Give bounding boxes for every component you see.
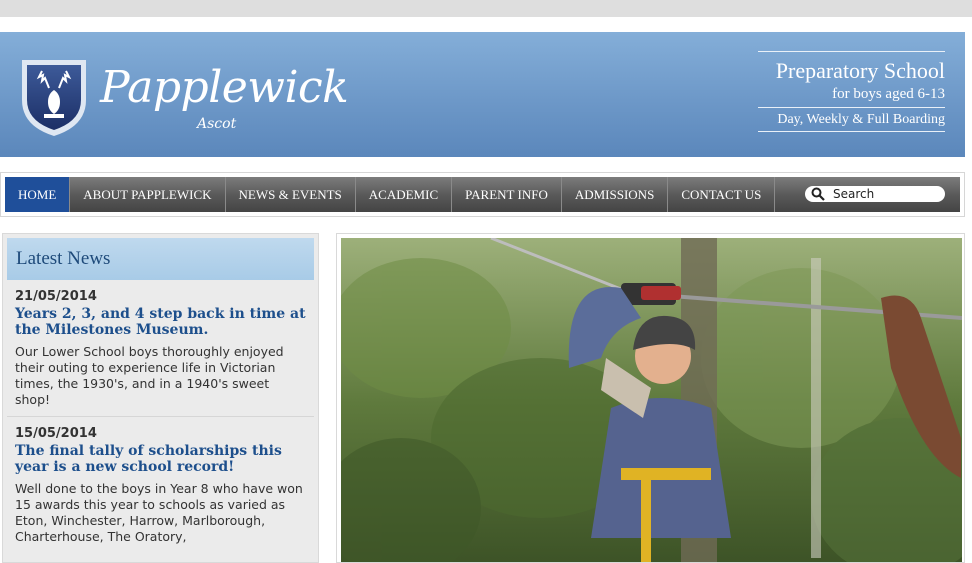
nav-news-events[interactable]: NEWS & EVENTS bbox=[226, 177, 356, 212]
news-summary: Well done to the boys in Year 8 who have… bbox=[15, 481, 303, 544]
news-item: 21/05/2014 Years 2, 3, and 4 step back i… bbox=[3, 280, 318, 408]
search-icon[interactable] bbox=[811, 187, 825, 201]
nav-academic[interactable]: ACADEMIC bbox=[356, 177, 453, 212]
tagline-school-type: Preparatory School bbox=[775, 58, 945, 83]
nav-about[interactable]: ABOUT PAPPLEWICK bbox=[70, 177, 226, 212]
nav-home[interactable]: HOME bbox=[5, 177, 71, 212]
latest-news-panel: Latest News 21/05/2014 Years 2, 3, and 4… bbox=[2, 233, 319, 563]
main-navigation: HOME ABOUT PAPPLEWICK NEWS & EVENTS ACAD… bbox=[5, 177, 960, 212]
nav-admissions[interactable]: ADMISSIONS bbox=[562, 177, 669, 212]
stag-crest-icon[interactable] bbox=[18, 56, 90, 138]
news-date: 15/05/2014 bbox=[15, 426, 97, 441]
search-input[interactable] bbox=[833, 187, 933, 201]
nav-parent-info[interactable]: PARENT INFO bbox=[452, 177, 562, 212]
logo-subtitle: Ascot bbox=[197, 116, 237, 132]
search-box[interactable] bbox=[805, 186, 945, 202]
site-header: Papplewick Ascot Preparatory School for … bbox=[0, 32, 965, 157]
nav-contact[interactable]: CONTACT US bbox=[668, 177, 776, 212]
tagline-box: Preparatory School for boys aged 6-13 Da… bbox=[758, 51, 945, 132]
news-date: 21/05/2014 bbox=[15, 289, 97, 304]
latest-news-heading: Latest News bbox=[7, 238, 314, 280]
tagline-ages: for boys aged 6-13 bbox=[832, 86, 945, 102]
tagline-boarding: Day, Weekly & Full Boarding bbox=[777, 112, 945, 127]
logo-name[interactable]: Papplewick bbox=[100, 62, 349, 113]
news-title-link[interactable]: Years 2, 3, and 4 step back in time at t… bbox=[15, 306, 306, 338]
main-navigation-wrapper: HOME ABOUT PAPPLEWICK NEWS & EVENTS ACAD… bbox=[0, 172, 965, 217]
zipline-boy-photo bbox=[341, 238, 962, 562]
browser-top-strip bbox=[0, 0, 972, 17]
news-item: 15/05/2014 The final tally of scholarshi… bbox=[3, 417, 318, 545]
hero-photo bbox=[336, 233, 965, 563]
news-title-link[interactable]: The final tally of scholarships this yea… bbox=[15, 443, 306, 475]
news-summary: Our Lower School boys thoroughly enjoyed… bbox=[15, 344, 284, 407]
